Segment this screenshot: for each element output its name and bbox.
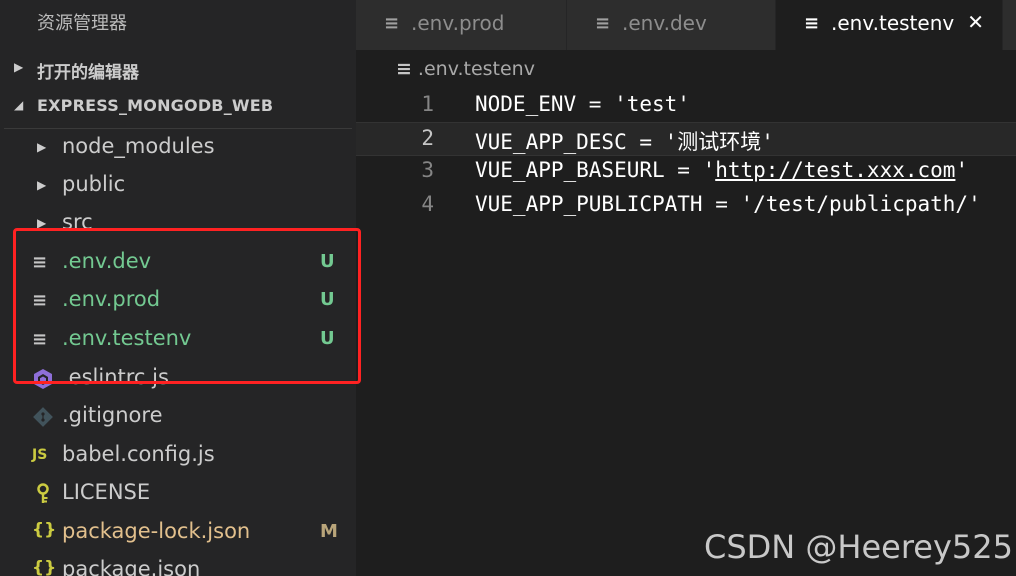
key-icon <box>32 483 54 505</box>
tree-file-license[interactable]: LICENSE <box>4 475 352 513</box>
tab-label: .env.prod <box>411 11 505 35</box>
code-text: NODE_ENV = 'test' <box>475 92 690 116</box>
json-icon: {} <box>32 520 57 540</box>
project-name: EXPRESS_MONGODB_WEB <box>37 96 274 115</box>
line-number: 3 <box>421 158 434 182</box>
git-icon <box>32 406 54 428</box>
tab-label: .env.dev <box>622 11 707 35</box>
tree-folder-public[interactable]: ▶ public <box>4 167 352 205</box>
code-line[interactable]: 1 NODE_ENV = 'test' <box>356 89 1016 123</box>
breadcrumb-file: .env.testenv <box>417 58 535 80</box>
chevron-right-icon: ▶ <box>37 140 47 154</box>
code-text: VUE_APP_BASEURL = 'http://test.xxx.com' <box>475 158 968 182</box>
code-text: VUE_APP_DESC = '测试环境' <box>475 130 774 154</box>
code-line-current[interactable]: 2 VUE_APP_DESC = '测试环境' <box>356 122 1016 156</box>
tree-file-package-lock[interactable]: {} package-lock.json M <box>4 514 352 552</box>
code-text: VUE_APP_PUBLICPATH = '/test/publicpath/' <box>475 192 981 216</box>
open-editors-section[interactable]: ▶ 打开的编辑器 <box>4 51 352 88</box>
file-lines-icon: ≡ <box>595 13 611 34</box>
project-section[interactable]: ◢ EXPRESS_MONGODB_WEB <box>4 89 352 126</box>
highlight-annotation-box <box>13 228 361 384</box>
file-name: package-lock.json <box>62 519 251 543</box>
code-line[interactable]: 3 VUE_APP_BASEURL = 'http://test.xxx.com… <box>356 155 1016 189</box>
line-number: 1 <box>421 92 434 116</box>
tree-folder-node-modules[interactable]: ▶ node_modules <box>4 129 352 167</box>
file-lines-icon: ≡ <box>804 13 820 34</box>
open-editors-label: 打开的编辑器 <box>37 63 139 83</box>
chevron-right-icon: ▶ <box>37 178 47 192</box>
tab-label: .env.testenv <box>831 11 955 35</box>
breadcrumb[interactable]: ≡ .env.testenv <box>396 58 535 80</box>
git-status-badge: M <box>320 521 338 542</box>
tree-file-babel-config[interactable]: JS babel.config.js <box>4 437 352 475</box>
line-number: 2 <box>421 126 434 150</box>
explorer-header: 资源管理器 <box>0 0 356 50</box>
chevron-right-icon: ▶ <box>14 60 24 74</box>
code-url-link[interactable]: http://test.xxx.com <box>715 158 955 182</box>
editor-tab-bar: ≡ .env.prod ≡ .env.dev ≡ .env.testenv ✕ <box>356 0 1016 50</box>
tree-file-gitignore[interactable]: .gitignore <box>4 398 352 436</box>
file-name: .gitignore <box>62 403 163 427</box>
folder-name: node_modules <box>62 134 215 158</box>
tab-env-prod[interactable]: ≡ .env.prod <box>356 0 567 50</box>
file-lines-icon: ≡ <box>396 58 412 80</box>
file-name: LICENSE <box>62 480 151 504</box>
file-name: package.json <box>62 557 201 576</box>
file-lines-icon: ≡ <box>384 13 400 34</box>
folder-name: public <box>62 172 126 196</box>
json-icon: {} <box>32 558 57 576</box>
tab-env-dev[interactable]: ≡ .env.dev <box>567 0 776 50</box>
explorer-title: 资源管理器 <box>37 13 127 34</box>
code-text-suffix: ' <box>955 158 969 182</box>
line-number: 4 <box>421 192 434 216</box>
code-text-prefix: VUE_APP_BASEURL = ' <box>475 158 716 182</box>
chevron-down-icon: ◢ <box>14 98 24 112</box>
js-icon: JS <box>32 447 48 463</box>
close-icon[interactable]: ✕ <box>967 10 984 34</box>
file-name: babel.config.js <box>62 442 215 466</box>
code-line[interactable]: 4 VUE_APP_PUBLICPATH = '/test/publicpath… <box>356 189 1016 223</box>
tree-file-package-json[interactable]: {} package.json <box>4 552 352 576</box>
watermark: CSDN @Heerey525 <box>704 528 1013 566</box>
tab-env-testenv[interactable]: ≡ .env.testenv ✕ <box>776 0 1003 50</box>
